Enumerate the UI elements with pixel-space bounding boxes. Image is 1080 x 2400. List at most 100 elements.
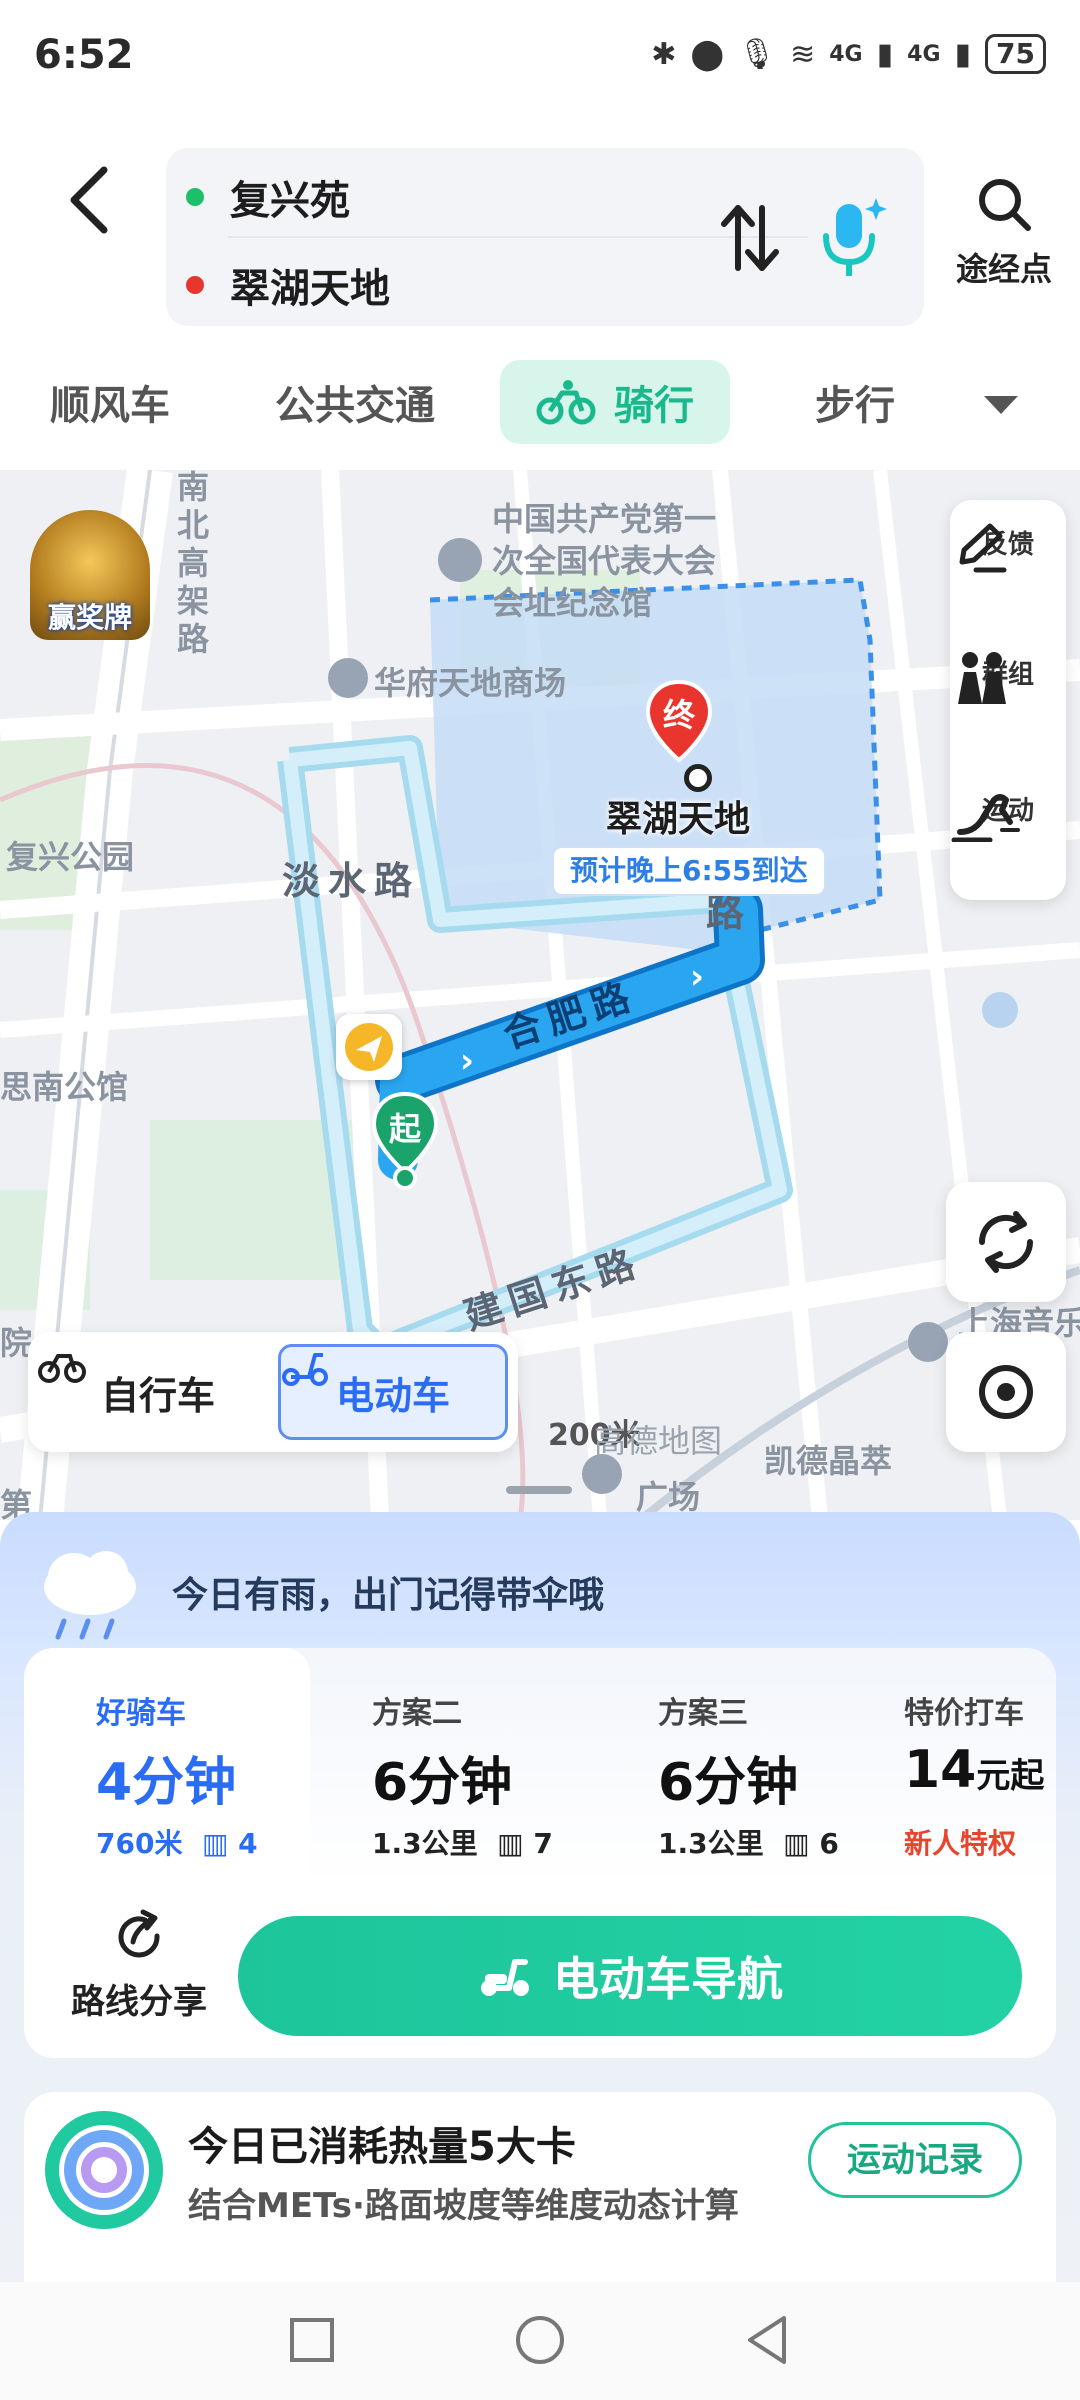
route-bottom-sheet: 今日有雨，出门记得带伞哦 好骑车 4分钟 760米 ▥ 4 方案二 6分钟 1.… <box>0 1486 1080 2292</box>
route-header: 复兴苑 翠湖天地 途经点 <box>0 110 1080 350</box>
plan-option-3[interactable]: 方案三 6分钟 1.3公里 ▥ 6 <box>610 1648 870 1886</box>
sport-button[interactable]: 运动 <box>950 786 1066 842</box>
start-point-field[interactable]: 复兴苑 <box>186 162 350 232</box>
taxi-price-value: 14 <box>904 1740 977 1800</box>
signal-label-2: 4G <box>907 41 941 67</box>
voice-input-button[interactable] <box>814 192 890 282</box>
start-point-label: 复兴苑 <box>230 178 350 224</box>
map-label-cpc-line3: 会址纪念馆 <box>492 584 653 622</box>
tab-walking[interactable]: 步行 <box>780 360 930 444</box>
signal-icon-1: ▮ <box>876 36 894 72</box>
map-watermark: 高德地图 <box>594 1422 723 1460</box>
plan-traffic-lights: 6 <box>819 1827 839 1860</box>
swap-arrows-icon <box>721 205 779 271</box>
share-route-label: 路线分享 <box>71 1982 207 2022</box>
status-icons: ✱ ⬤ 🎙 ≋ 4G ▮ 4G ▮ 75 <box>651 34 1046 74</box>
signal-label-1: 4G <box>829 41 863 67</box>
share-route-button[interactable]: 路线分享 <box>54 1908 224 2038</box>
map-label-kaide: 凯德晶萃 <box>764 1442 893 1480</box>
group-icon <box>958 652 1006 704</box>
microphone-icon <box>823 198 887 276</box>
waypoint-button[interactable]: 途经点 <box>944 174 1064 294</box>
medal-promo-badge[interactable]: 赢奖牌 <box>30 510 150 640</box>
tab-carpool[interactable]: 顺风车 <box>20 360 200 444</box>
road-label-danshui: 淡水路 <box>282 859 421 903</box>
search-icon <box>979 179 1031 231</box>
plan-traffic-lights: 4 <box>238 1827 258 1860</box>
bicycle-mode-button[interactable]: 自行车 <box>38 1344 278 1440</box>
tab-label: 公共交通 <box>275 383 435 429</box>
ebike-mode-button[interactable]: 电动车 <box>278 1344 508 1440</box>
destination-target-icon <box>684 764 712 792</box>
plan-detail: 1.3公里 ▥ 7 <box>372 1822 553 1862</box>
wifi-icon: ≋ <box>790 36 816 72</box>
calorie-ring-icon <box>45 2111 163 2229</box>
recents-icon[interactable] <box>284 2312 340 2368</box>
bicycle-mode-label: 自行车 <box>100 1373 215 1418</box>
end-point-label: 翠湖天地 <box>230 266 390 312</box>
medal-promo-label: 赢奖牌 <box>47 601 132 634</box>
plan-title: 好骑车 <box>96 1696 186 1731</box>
rain-cloud-icon <box>44 1551 136 1640</box>
status-bar: 6:52 ✱ ⬤ 🎙 ≋ 4G ▮ 4G ▮ 75 <box>0 0 1080 110</box>
exercise-record-button[interactable]: 运动记录 <box>808 2122 1022 2198</box>
current-heading-marker <box>336 1014 402 1080</box>
plan-option-1[interactable]: 好骑车 4分钟 760米 ▥ 4 <box>24 1648 310 1886</box>
end-dot <box>186 276 204 294</box>
eta-tag: 预计晚上6:55到达 <box>552 846 826 896</box>
plan-option-taxi[interactable]: 特价打车 14元起 新人特权 <box>876 1648 1056 1886</box>
sheet-drag-handle[interactable] <box>506 1486 572 1494</box>
taxi-promo: 新人特权 <box>904 1827 1017 1860</box>
tab-label: 顺风车 <box>50 383 170 429</box>
back-nav-icon[interactable] <box>740 2312 796 2368</box>
start-marker[interactable]: 起 <box>370 1090 440 1190</box>
bicycle-icon <box>38 1354 86 1383</box>
end-marker[interactable]: 终 <box>644 678 714 768</box>
edit-icon <box>959 523 1007 573</box>
feedback-button[interactable]: 反馈 <box>950 520 1066 573</box>
scooter-icon <box>481 1959 529 1996</box>
refresh-icon <box>978 1211 1034 1273</box>
bicycle-icon <box>536 380 596 425</box>
plan-duration: 4分钟 <box>96 1753 237 1813</box>
navigation-arrow-icon <box>345 1023 393 1071</box>
group-button[interactable]: 群组 <box>950 650 1066 704</box>
more-modes-button[interactable] <box>976 380 1026 430</box>
home-icon[interactable] <box>512 2312 568 2368</box>
locate-icon <box>979 1365 1033 1419</box>
bluetooth-icon: ✱ <box>651 36 677 72</box>
plan-option-2[interactable]: 方案二 6分钟 1.3公里 ▥ 7 <box>324 1648 584 1886</box>
back-button[interactable] <box>60 160 120 240</box>
plan-duration: 6分钟 <box>372 1753 513 1813</box>
plan-distance: 1.3公里 <box>372 1827 478 1860</box>
plan-detail: 1.3公里 ▥ 6 <box>658 1822 839 1862</box>
locate-me-button[interactable] <box>946 1332 1066 1452</box>
refresh-route-button[interactable] <box>946 1182 1066 1302</box>
taxi-price-unit: 元起 <box>976 1756 1045 1796</box>
plan-detail: 760米 ▥ 4 <box>96 1822 258 1862</box>
mic-status-icon: 🎙 <box>738 36 777 72</box>
tab-public-transit[interactable]: 公共交通 <box>250 360 460 444</box>
status-time: 6:52 <box>34 32 134 78</box>
end-point-field[interactable]: 翠湖天地 <box>186 250 390 320</box>
plan-title: 特价打车 <box>904 1696 1024 1731</box>
tab-cycling[interactable]: 骑行 <box>500 360 730 444</box>
swap-button[interactable] <box>714 198 784 278</box>
signal-icon-2: ▮ <box>954 36 972 72</box>
run-icon <box>951 794 1020 842</box>
waypoint-label: 途经点 <box>955 250 1052 288</box>
map-label-huafu: 华府天地商场 <box>374 664 567 702</box>
start-navigation-button[interactable]: 电动车导航 <box>238 1916 1022 2036</box>
chevron-down-icon <box>984 396 1018 414</box>
map-side-panel: 反馈 群组 运动 <box>950 500 1066 900</box>
map-label-cpc-line2: 次全国代表大会 <box>492 542 717 580</box>
map-label-cpc-line1: 中国共产党第一 <box>492 500 717 538</box>
scooter-icon <box>282 1353 328 1386</box>
calorie-subtitle: 结合METs·路面坡度等维度动态计算 <box>188 2186 739 2226</box>
tab-label: 骑行 <box>614 383 694 429</box>
plan-title: 方案二 <box>372 1696 462 1731</box>
start-marker-label: 起 <box>388 1110 421 1148</box>
map-label-nanbei-road: 南北高架路 <box>172 470 210 660</box>
map-view[interactable]: › › 赢奖牌 南北高架路 中国共产党第一 次全国代表大会 会址纪念馆 华府天地… <box>0 470 1080 1520</box>
route-plans-card: 好骑车 4分钟 760米 ▥ 4 方案二 6分钟 1.3公里 ▥ 7 方案三 6… <box>24 1648 1056 2058</box>
